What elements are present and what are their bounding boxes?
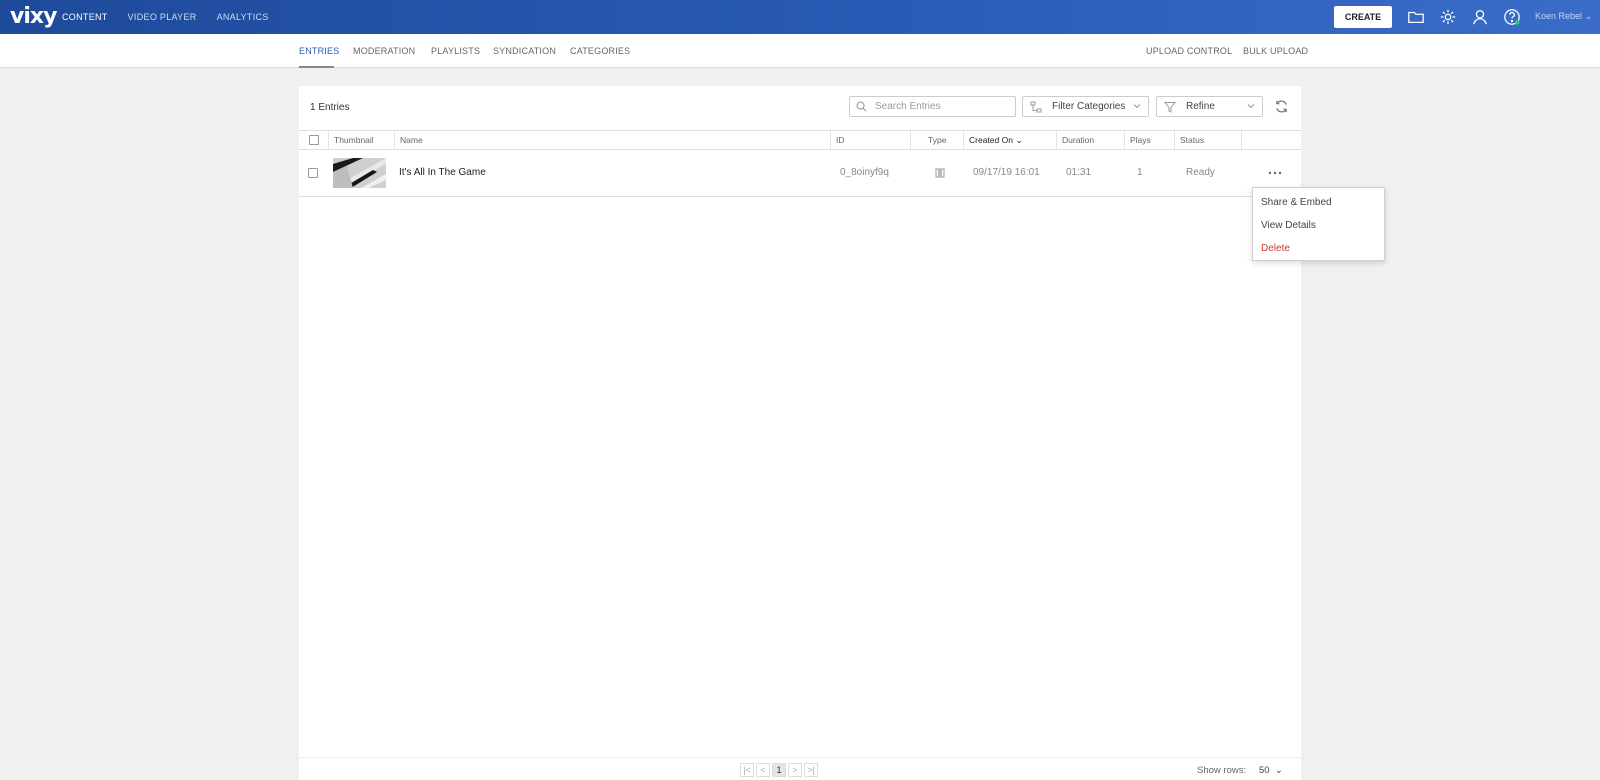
main-nav: CONTENT VIDEO PLAYER ANALYTICS (62, 0, 289, 34)
col-status[interactable]: Status (1174, 131, 1241, 150)
refine-label: Refine (1186, 101, 1215, 112)
col-plays[interactable]: Plays (1124, 131, 1174, 150)
table-header: Thumbnail Name ID Type Created On ⌄ Dura… (299, 130, 1301, 150)
prev-page-button[interactable]: < (756, 763, 770, 777)
entry-plays: 1 (1137, 167, 1143, 178)
bulk-upload-link[interactable]: BULK UPLOAD (1243, 46, 1308, 56)
filter-funnel-icon (1164, 101, 1176, 113)
table-footer: |< < 1 > >| Show rows: 50 ⌄ (299, 757, 1301, 780)
video-type-icon (935, 168, 945, 178)
tab-entries[interactable]: ENTRIES (299, 46, 339, 56)
col-created-on-label: Created On (969, 135, 1013, 145)
entries-count: 1 Entries (310, 102, 350, 113)
col-actions (1241, 131, 1301, 150)
gear-icon[interactable] (1439, 8, 1457, 26)
pagination: |< < 1 > >| (740, 763, 818, 777)
entry-status: Ready (1186, 167, 1215, 178)
row-actions-menu: Share & Embed View Details Delete (1252, 187, 1385, 261)
nav-analytics[interactable]: ANALYTICS (217, 12, 269, 22)
vixy-logo[interactable]: vixy (10, 4, 57, 29)
user-icon[interactable] (1471, 8, 1489, 26)
select-all-checkbox[interactable] (309, 135, 319, 145)
more-actions-icon[interactable] (1267, 168, 1283, 178)
delete-menu-item[interactable]: Delete (1261, 243, 1290, 254)
nav-content[interactable]: CONTENT (62, 12, 108, 22)
view-details-menu-item[interactable]: View Details (1261, 220, 1316, 231)
entry-duration: 01:31 (1066, 167, 1092, 178)
search-box[interactable] (849, 96, 1016, 117)
active-tab-indicator (299, 66, 334, 68)
tab-playlists[interactable]: PLAYLISTS (431, 46, 480, 56)
table-row[interactable]: It's All In The Game 0_8oinyf9q 09/17/19… (299, 150, 1301, 197)
filter-categories-label: Filter Categories (1052, 101, 1126, 112)
tab-categories[interactable]: CATEGORIES (570, 46, 630, 56)
refine-dropdown[interactable]: Refine (1156, 96, 1263, 117)
top-bar: vixy CONTENT VIDEO PLAYER ANALYTICS CREA… (0, 0, 1600, 34)
upload-control-link[interactable]: UPLOAD CONTROL (1146, 46, 1232, 56)
search-input[interactable] (875, 101, 1005, 112)
sub-nav: ENTRIES MODERATION PLAYLISTS SYNDICATION… (0, 34, 1600, 68)
last-page-button[interactable]: >| (804, 763, 818, 777)
chevron-down-icon: ⌄ (1584, 11, 1593, 21)
entries-panel: 1 Entries Filter Categories Refine Thumb… (299, 86, 1301, 780)
col-type[interactable]: Type (910, 131, 963, 150)
tab-moderation[interactable]: MODERATION (353, 46, 415, 56)
help-icon[interactable] (1503, 8, 1521, 26)
col-thumbnail: Thumbnail (328, 131, 394, 150)
chevron-down-icon (1247, 104, 1255, 109)
show-rows-label: Show rows: (1197, 765, 1247, 776)
user-menu[interactable]: Koen Rebel ⌄ (1535, 11, 1592, 22)
rows-per-page-value: 50 (1259, 765, 1270, 776)
share-embed-menu-item[interactable]: Share & Embed (1261, 197, 1332, 208)
chevron-down-icon: ⌄ (1274, 765, 1283, 776)
chevron-down-icon (1133, 104, 1141, 109)
first-page-button[interactable]: |< (740, 763, 754, 777)
refresh-icon[interactable] (1274, 99, 1289, 114)
folder-icon[interactable] (1407, 8, 1425, 26)
col-created-on[interactable]: Created On ⌄ (963, 131, 1056, 150)
row-checkbox[interactable] (308, 168, 318, 178)
entry-name-link[interactable]: It's All In The Game (399, 150, 486, 196)
create-button[interactable]: CREATE (1334, 6, 1392, 28)
page-number-button[interactable]: 1 (772, 763, 786, 777)
col-id[interactable]: ID (830, 131, 910, 150)
tab-syndication[interactable]: SYNDICATION (493, 46, 556, 56)
col-duration[interactable]: Duration (1056, 131, 1124, 150)
entry-id: 0_8oinyf9q (840, 167, 889, 178)
rows-per-page-select[interactable]: 50 ⌄ (1259, 765, 1283, 776)
col-name[interactable]: Name (394, 131, 830, 150)
nav-video-player[interactable]: VIDEO PLAYER (128, 12, 197, 22)
filter-categories-dropdown[interactable]: Filter Categories (1022, 96, 1149, 117)
entry-thumbnail[interactable] (333, 158, 386, 188)
next-page-button[interactable]: > (788, 763, 802, 777)
search-icon (856, 101, 867, 112)
entry-created-on: 09/17/19 16:01 (973, 167, 1040, 178)
sort-down-icon: ⌄ (1015, 135, 1023, 145)
categories-tree-icon (1030, 101, 1042, 112)
user-name: Koen Rebel (1535, 11, 1583, 21)
